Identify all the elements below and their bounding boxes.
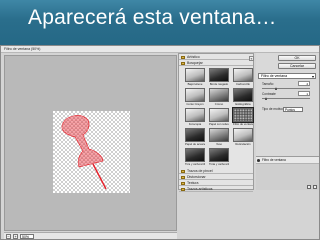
- pushpin-icon: [61, 115, 107, 190]
- section-sketch[interactable]: Bosquejar: [179, 60, 253, 66]
- zoom-bar: − + 50%: [4, 232, 177, 239]
- contrast-label: Contraste: [262, 92, 276, 96]
- filter-thumbnail[interactable]: Filtro de ventana: [232, 107, 254, 126]
- folder-icon: [181, 55, 185, 59]
- zoom-in-button[interactable]: +: [13, 234, 18, 239]
- eye-icon[interactable]: [257, 159, 260, 162]
- contrast-input[interactable]: 1: [298, 91, 310, 96]
- filter-thumbnail[interactable]: Reticulación: [233, 128, 253, 146]
- thumbnail-image: [209, 68, 229, 82]
- section-brush-label: Trazos de pincel: [187, 169, 213, 173]
- delete-effect-layer-button[interactable]: [313, 185, 317, 189]
- filter-gallery-panel: Artístico Bosquejar Bajorrelieve Borde ra…: [178, 53, 254, 192]
- preview-pane[interactable]: [4, 55, 177, 231]
- zoom-out-button[interactable]: −: [6, 234, 11, 239]
- slider-thumb[interactable]: [265, 96, 268, 100]
- new-effect-layer-button[interactable]: [307, 185, 311, 189]
- collapse-gallery-button[interactable]: «: [249, 56, 254, 61]
- folder-icon: [181, 169, 185, 173]
- thumbnail-image: [233, 128, 253, 142]
- section-distort-label: Distorsionar: [187, 175, 206, 179]
- filter-thumbnail[interactable]: Estilográfica: [233, 88, 253, 106]
- pattern-label: Tipo de motivo:: [262, 107, 284, 111]
- section-stylize[interactable]: Trazos artísticos: [179, 186, 253, 192]
- layer-buttons: [307, 185, 317, 189]
- thumbnail-label: Papel de acuarela: [185, 142, 205, 146]
- section-stylize-label: Trazos artísticos: [187, 187, 213, 191]
- filter-thumbnail[interactable]: Tinta y carboncillo: [209, 148, 229, 166]
- folder-icon: [181, 187, 185, 191]
- thumbnail-image: [185, 108, 205, 122]
- thumbnail-label: Tinta y carboncillo: [209, 162, 229, 166]
- filter-thumbnail[interactable]: Borde rasgado: [209, 68, 229, 86]
- cancel-button[interactable]: Cancelar: [278, 63, 316, 69]
- size-input[interactable]: 4: [298, 81, 310, 86]
- thumbnail-label: Estilográfica: [235, 102, 251, 106]
- section-sketch-label: Bosquejar: [187, 61, 203, 65]
- thumbnail-image: [185, 88, 205, 102]
- thumbnail-image: [209, 148, 229, 162]
- filter-thumbnail[interactable]: Tiza y carboncillo: [185, 148, 205, 166]
- thumbnail-image: [233, 88, 253, 102]
- thumbnail-label: Tiza y carboncillo: [185, 162, 205, 166]
- filter-thumbnail[interactable]: Bajorrelieve: [185, 68, 205, 86]
- thumbnail-label: Bajorrelieve: [187, 82, 203, 86]
- effect-layers-list: Filtro de ventana: [256, 156, 319, 190]
- filter-thumbnail[interactable]: Papel de acuarela: [185, 128, 205, 146]
- filter-thumbnail[interactable]: Fotocopia: [185, 108, 205, 126]
- pattern-select[interactable]: Puntos: [283, 107, 303, 112]
- thumbnail-label: Papel con relieve: [209, 122, 229, 126]
- effect-layer-label: Filtro de ventana: [262, 158, 286, 162]
- size-label: Tamaño: [262, 82, 274, 86]
- thumbnail-label: Fotocopia: [188, 122, 202, 126]
- contrast-slider[interactable]: [262, 96, 310, 100]
- thumbnail-image: [185, 68, 205, 82]
- effect-layer-row[interactable]: Filtro de ventana: [256, 157, 319, 164]
- folder-open-icon: [181, 61, 185, 65]
- section-artistic-label: Artístico: [187, 55, 200, 59]
- window-title: Filtro de ventana (50%): [1, 46, 319, 53]
- thumbnail-label: Carboncillo: [236, 82, 250, 86]
- slide-title: Aparecerá esta ventana…: [28, 6, 277, 29]
- size-slider[interactable]: [262, 86, 310, 90]
- folder-icon: [181, 175, 185, 179]
- thumbnail-image: [185, 128, 205, 142]
- thumbnail-label: Conté Crayon: [186, 102, 204, 106]
- filter-thumbnail[interactable]: Carboncillo: [233, 68, 253, 86]
- filter-thumbnail[interactable]: Conté Crayon: [185, 88, 205, 106]
- slider-thumb[interactable]: [274, 86, 277, 90]
- thumbnail-grid: Bajorrelieve Borde rasgado Carboncillo Cont…: [179, 66, 254, 168]
- folder-icon: [181, 181, 185, 185]
- ok-button[interactable]: OK: [278, 55, 316, 61]
- thumbnail-label: Filtro de ventana: [233, 122, 253, 126]
- thumbnail-label: Borde rasgado: [209, 82, 229, 86]
- filter-thumbnail[interactable]: Cromo: [209, 88, 229, 106]
- thumbnail-image: [209, 88, 229, 102]
- section-texture-label: Textura: [187, 181, 199, 185]
- thumbnail-label: Cromo: [214, 102, 224, 106]
- thumbnail-image: [233, 68, 253, 82]
- filter-thumbnail[interactable]: Papel con relieve: [209, 108, 229, 126]
- thumbnail-label: Reticulación: [235, 142, 251, 146]
- filter-thumbnail[interactable]: Yeso: [209, 128, 229, 146]
- filter-select[interactable]: Filtro de ventana: [258, 73, 316, 79]
- thumbnail-image: [209, 108, 229, 122]
- preview-canvas: [53, 111, 130, 193]
- thumbnail-image: [185, 148, 205, 162]
- thumbnail-image: [232, 107, 254, 123]
- thumbnail-label: Yeso: [215, 142, 223, 146]
- thumbnail-image: [209, 128, 229, 142]
- zoom-select[interactable]: 50%: [20, 234, 34, 239]
